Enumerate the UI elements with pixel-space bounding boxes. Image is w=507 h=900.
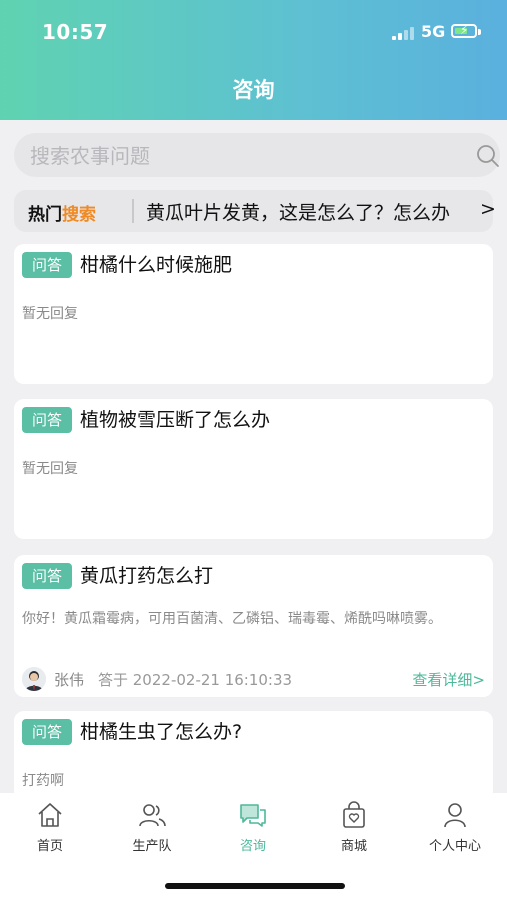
signal-icon — [392, 26, 414, 40]
question-title[interactable]: 黄瓜打药怎么打 — [80, 563, 213, 589]
question-card[interactable]: 问答 黄瓜打药怎么打 你好！黄瓜霜霉病，可用百菌清、乙磷铝、瑞毒霉、烯酰吗啉喷雾… — [14, 555, 493, 697]
chevron-right-icon[interactable]: > — [480, 198, 496, 220]
battery-icon: ⚡ — [451, 23, 477, 38]
question-title[interactable]: 植物被雪压断了怎么办 — [80, 407, 270, 433]
tab-label: 咨询 — [239, 839, 266, 854]
hot-search-label: 热门搜索 — [28, 205, 96, 225]
qa-tag: 问答 — [22, 252, 72, 278]
tab-label: 商城 — [340, 839, 367, 854]
team-icon — [139, 804, 166, 827]
avatar — [22, 667, 46, 691]
qa-tag: 问答 — [22, 407, 72, 433]
shop-bag-icon — [343, 801, 365, 828]
person-icon — [444, 803, 466, 828]
author-name: 张伟 — [54, 671, 85, 689]
network-label: 5G — [421, 22, 446, 41]
answer-meta: 张伟 答于 2022-02-21 16:10:33 查看详细> — [22, 665, 485, 693]
answer-text: 你好！黄瓜霜霉病，可用百菌清、乙磷铝、瑞毒霉、烯酰吗啉喷雾。 — [22, 611, 442, 627]
tab-profile[interactable]: 个人中心 — [415, 801, 495, 857]
tab-consult[interactable]: 咨询 — [213, 801, 293, 857]
page-title: 咨询 — [232, 78, 275, 102]
question-card[interactable]: 问答 植物被雪压断了怎么办 暂无回复 — [14, 399, 493, 539]
home-indicator — [165, 883, 345, 889]
status-bar: 10:57 5G ⚡ — [0, 0, 507, 66]
answer-time: 答于 2022-02-21 16:10:33 — [98, 671, 293, 689]
question-card[interactable]: 问答 柑橘什么时候施肥 暂无回复 — [14, 244, 493, 384]
divider — [132, 199, 134, 223]
chat-icon — [240, 804, 266, 827]
hot-search-text[interactable]: 黄瓜叶片发黄，这是怎么了？怎么办 — [146, 198, 464, 225]
home-icon — [38, 803, 62, 827]
view-details-link[interactable]: 查看详细> — [412, 669, 485, 690]
search-input[interactable] — [28, 133, 452, 179]
reply-text: 打药啊 — [22, 773, 64, 789]
tab-label: 生产队 — [132, 839, 172, 854]
battery-tip — [478, 29, 481, 35]
reply-text: 暂无回复 — [22, 461, 78, 477]
tab-shop[interactable]: 商城 — [314, 801, 394, 857]
tab-label: 首页 — [36, 839, 63, 854]
question-title[interactable]: 柑橘什么时候施肥 — [80, 252, 232, 278]
qa-tag: 问答 — [22, 719, 72, 745]
tab-home[interactable]: 首页 — [10, 801, 90, 857]
header-bar: 10:57 5G ⚡ 咨询 — [0, 0, 507, 120]
question-card[interactable]: 问答 柑橘生虫了怎么办? 打药啊 — [14, 711, 493, 801]
tab-team[interactable]: 生产队 — [112, 801, 192, 857]
question-title[interactable]: 柑橘生虫了怎么办? — [80, 719, 242, 745]
search-bar[interactable] — [14, 133, 500, 179]
reply-text: 暂无回复 — [22, 306, 78, 322]
tab-label: 个人中心 — [428, 839, 481, 854]
hot-search-bar[interactable]: 热门搜索 黄瓜叶片发黄，这是怎么了？怎么办 > — [14, 190, 496, 232]
search-icon[interactable] — [476, 144, 500, 168]
status-time: 10:57 — [42, 20, 109, 44]
qa-tag: 问答 — [22, 563, 72, 589]
